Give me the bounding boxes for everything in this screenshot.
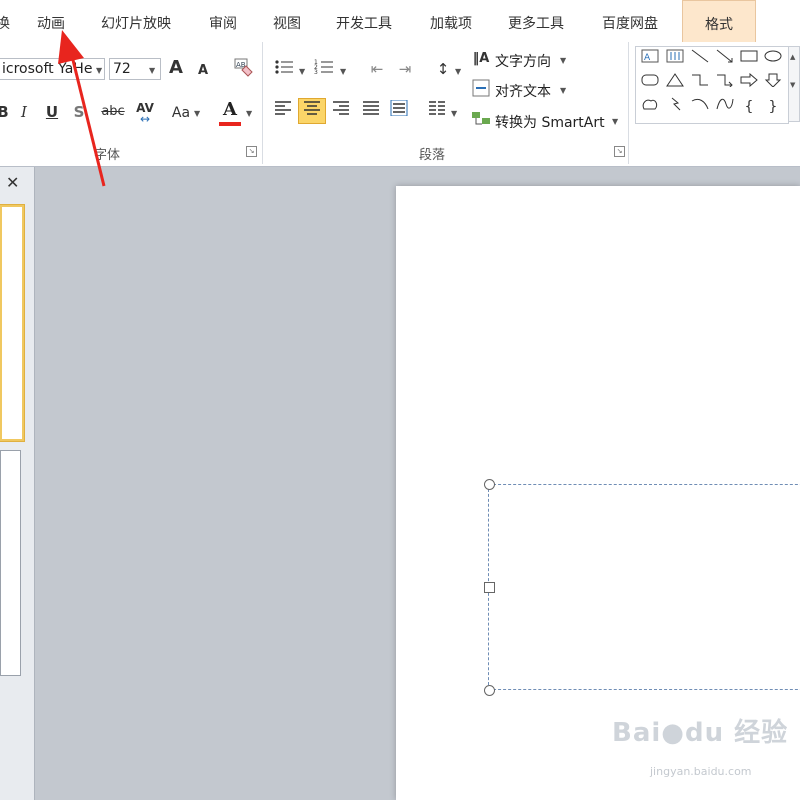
annotation-arrow [58, 30, 106, 187]
